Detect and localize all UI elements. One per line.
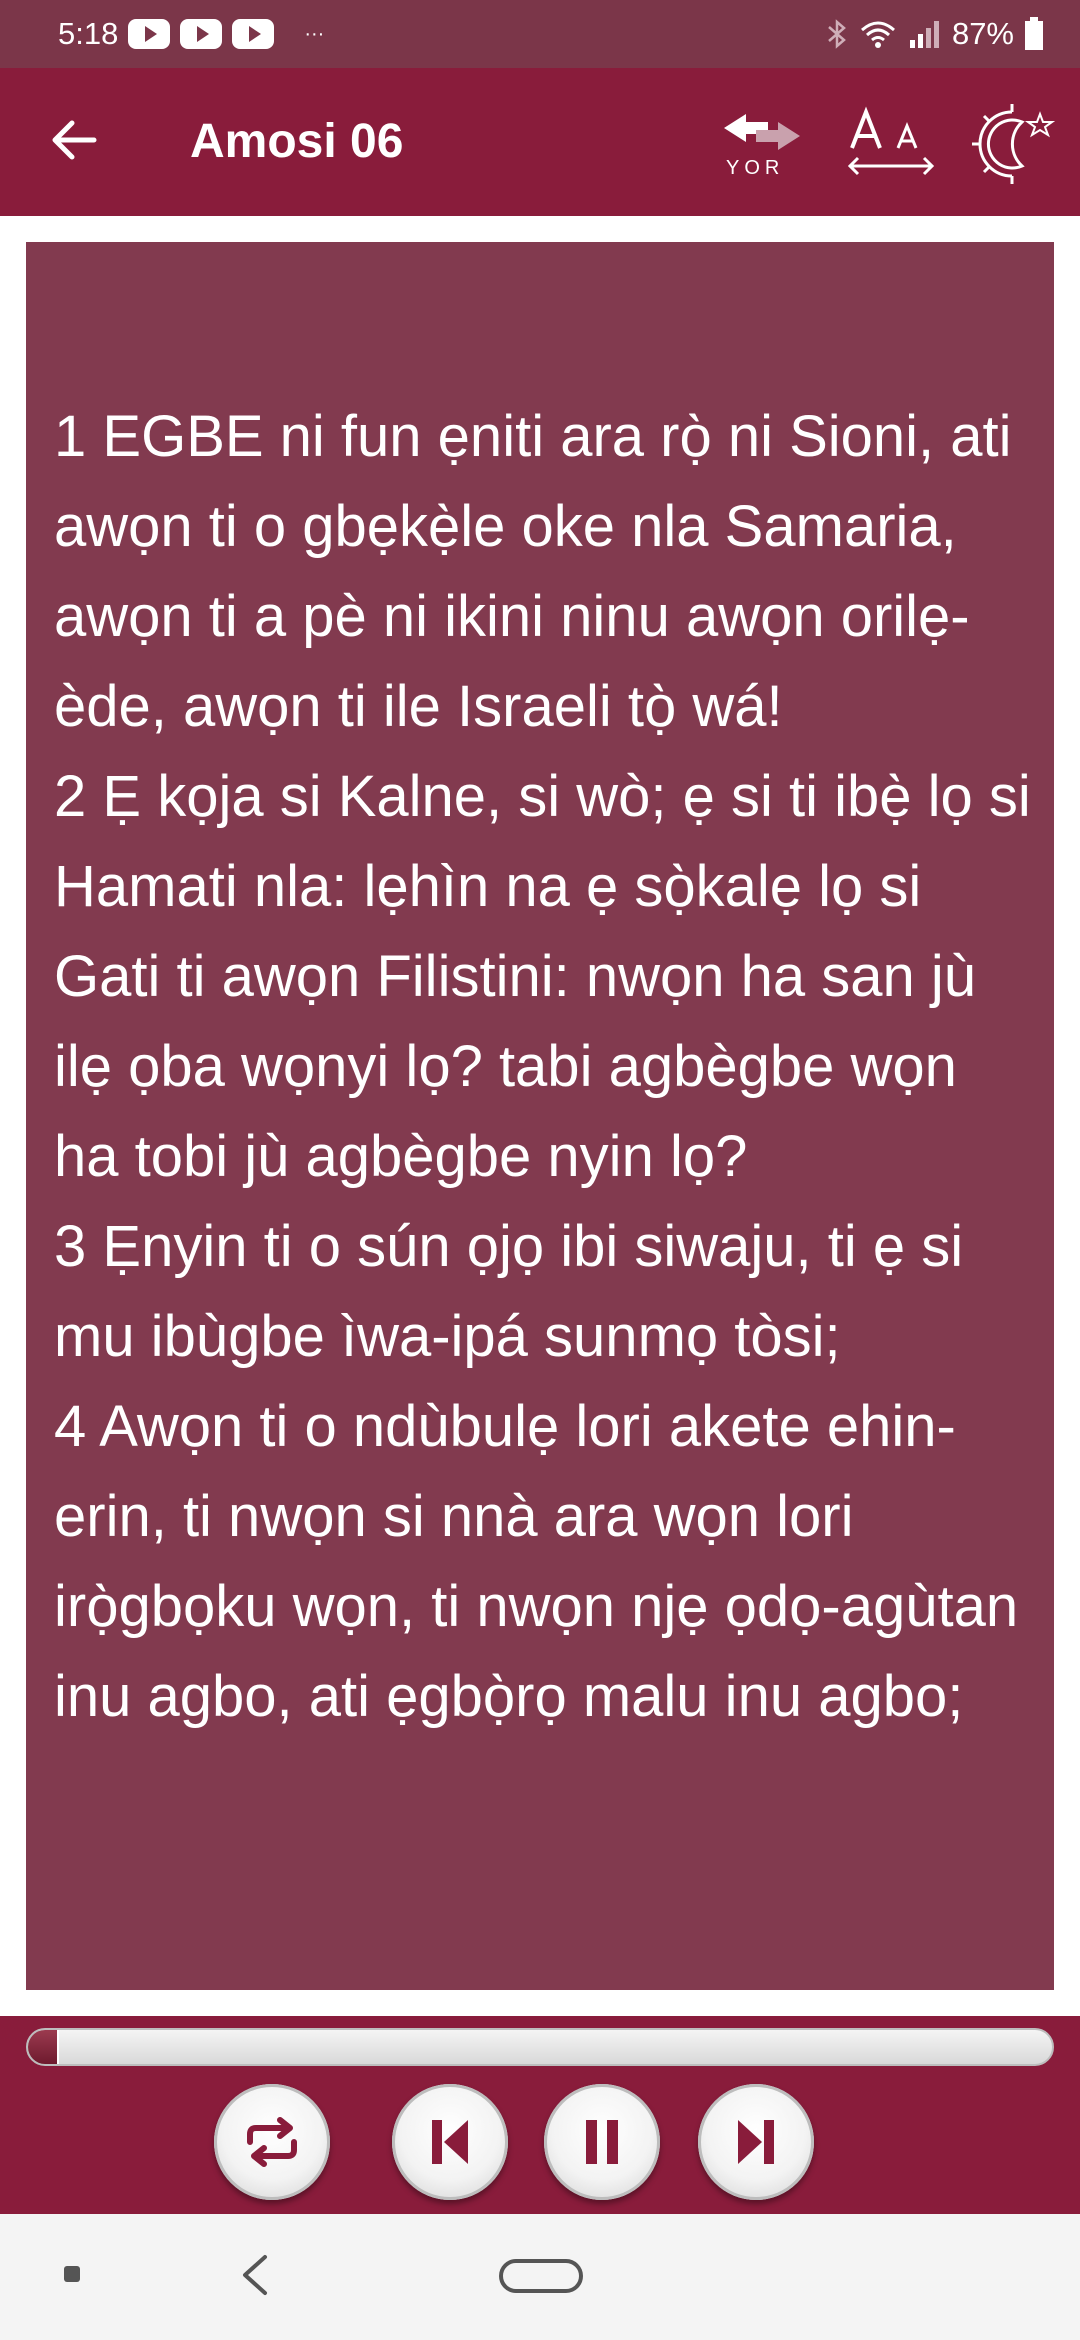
- app-bar: Amosi 06 YOR: [0, 68, 1080, 216]
- verse-number: 3: [54, 1214, 87, 1279]
- system-back-button[interactable]: [232, 2250, 276, 2300]
- repeat-button[interactable]: [214, 2084, 330, 2200]
- signal-icon: [909, 21, 939, 48]
- verse: 4 Awọn ti o ndùbulẹ lori akete ehin-erin…: [54, 1382, 1034, 1742]
- verse-text: Awọn ti o ndùbulẹ lori akete ehin-erin, …: [54, 1394, 1019, 1729]
- recents-button[interactable]: [52, 2254, 92, 2294]
- language-swap-button[interactable]: YOR: [716, 108, 808, 180]
- night-mode-button[interactable]: [972, 104, 1058, 184]
- skip-next-button[interactable]: [698, 2084, 814, 2200]
- pause-icon: [586, 2120, 618, 2164]
- verse-text: Ẹ kọja si Kalne, si wò; ẹ si ti ibẹ̀ lọ …: [54, 764, 1031, 1189]
- youtube-icon: [232, 19, 275, 49]
- verse-number: 1: [54, 404, 87, 469]
- status-left: 5:18 ···: [58, 16, 324, 52]
- audio-progress-bar[interactable]: [26, 2028, 1054, 2066]
- battery-percent: 87%: [951, 16, 1014, 51]
- night-mode-icon: [972, 104, 1056, 184]
- verse-text: EGBE ni fun ẹniti ara rọ̀ ni Sioni, ati …: [54, 404, 1012, 739]
- verse: 3 Ẹnyin ti o sún ọjọ ibi siwaju, ti ẹ si…: [54, 1202, 1034, 1382]
- language-swap-icon: YOR: [724, 114, 800, 179]
- verse-number: 2: [54, 764, 87, 829]
- font-size-icon: [847, 106, 935, 176]
- back-button[interactable]: [44, 104, 104, 176]
- skip-next-icon: [738, 2120, 774, 2164]
- back-arrow-icon: [52, 120, 97, 160]
- more-notifications-indicator: ···: [304, 22, 325, 45]
- system-navigation-bar: [0, 2214, 1080, 2340]
- status-right: 87%: [826, 16, 1044, 52]
- verse-list: 1 EGBE ni fun ẹniti ara rọ̀ ni Sioni, at…: [54, 392, 1034, 1742]
- audio-player: [0, 2016, 1080, 2214]
- audio-progress-fill: [28, 2030, 59, 2064]
- system-back-icon: [243, 2255, 267, 2295]
- status-bar: 5:18 ··· 87%: [0, 0, 1080, 68]
- pause-button[interactable]: [544, 2084, 660, 2200]
- battery-icon: [1025, 17, 1043, 50]
- verse-text: Ẹnyin ti o sún ọjọ ibi siwaju, ti ẹ si m…: [54, 1214, 964, 1369]
- scripture-text-panel[interactable]: 1 EGBE ni fun ẹniti ara rọ̀ ni Sioni, at…: [26, 242, 1054, 1990]
- skip-previous-button[interactable]: [392, 2084, 508, 2200]
- youtube-icon: [180, 19, 223, 49]
- youtube-icon: [128, 19, 171, 49]
- font-size-button[interactable]: [846, 106, 938, 182]
- language-code: YOR: [726, 157, 784, 179]
- status-time: 5:18: [58, 16, 119, 51]
- home-button[interactable]: [498, 2258, 584, 2294]
- repeat-icon: [247, 2117, 297, 2167]
- skip-previous-icon: [432, 2120, 468, 2164]
- recents-icon: [64, 2266, 80, 2282]
- bluetooth-icon: [828, 19, 846, 49]
- wifi-icon: [860, 21, 895, 48]
- verse-number: 4: [54, 1394, 87, 1459]
- home-pill-icon: [499, 2259, 583, 2293]
- verse: 2 Ẹ kọja si Kalne, si wò; ẹ si ti ibẹ̀ l…: [54, 752, 1034, 1202]
- verse: 1 EGBE ni fun ẹniti ara rọ̀ ni Sioni, at…: [54, 392, 1034, 752]
- page-title: Amosi 06: [190, 115, 404, 168]
